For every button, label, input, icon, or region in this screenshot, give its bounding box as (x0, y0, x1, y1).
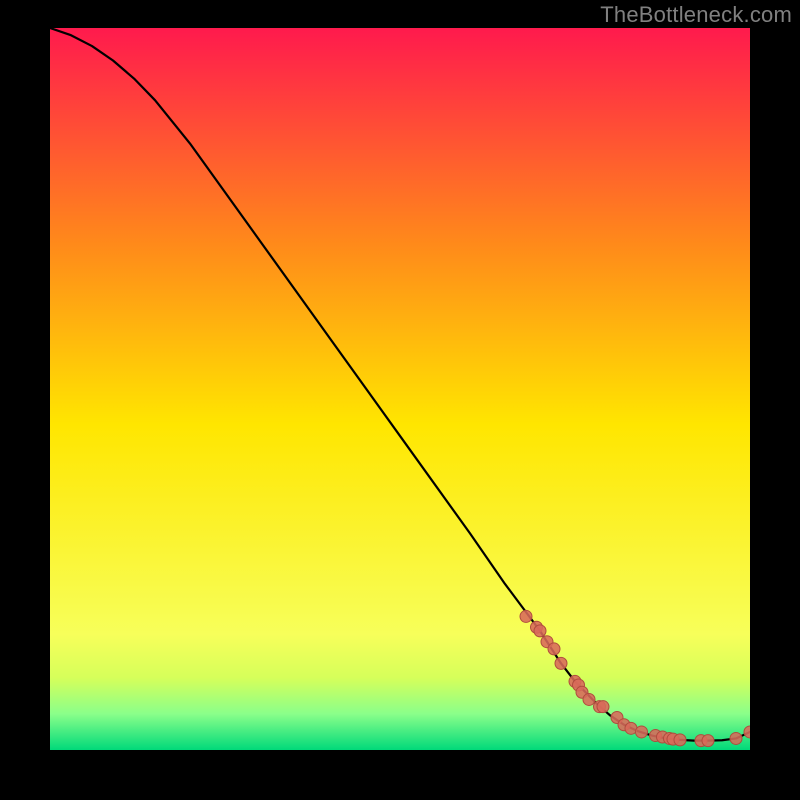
watermark-text: TheBottleneck.com (600, 2, 792, 28)
plot-area (50, 28, 750, 750)
chart-svg (50, 28, 750, 750)
chart-frame: TheBottleneck.com (0, 0, 800, 800)
